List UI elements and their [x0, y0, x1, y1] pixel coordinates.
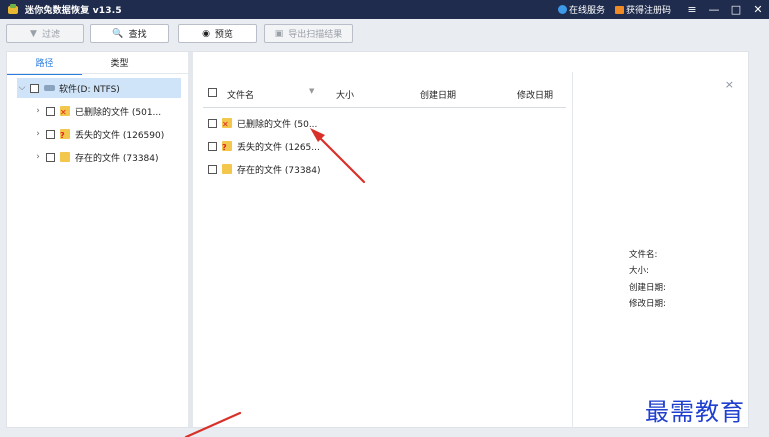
tree-item-existing[interactable]: › 存在的文件 (73384) [33, 147, 159, 167]
online-service-link[interactable]: 在线服务 [557, 3, 605, 16]
tree-item-lost[interactable]: › ? 丢失的文件 (126590) [33, 124, 164, 144]
tab-divider [7, 73, 188, 74]
chevron-right-icon[interactable]: › [33, 106, 43, 116]
close-icon[interactable]: × [725, 78, 734, 91]
checkbox[interactable] [46, 129, 55, 139]
get-code-label: 获得注册码 [625, 6, 671, 16]
tree-item-deleted[interactable]: › ✕ 已删除的文件 (501... [33, 101, 161, 121]
detail-created: 创建日期: [629, 283, 666, 293]
find-label: 查找 [128, 30, 147, 40]
column-header-size[interactable]: 大小 [336, 88, 354, 101]
list-item-label: 存在的文件 (73384) [237, 165, 321, 176]
tree-item-label: 丢失的文件 (126590) [75, 130, 165, 141]
deleted-folder-icon: ✕ [222, 118, 232, 129]
checkbox[interactable] [30, 83, 39, 93]
detail-modified: 修改日期: [629, 299, 666, 309]
checkbox[interactable] [208, 118, 217, 128]
minimize-button[interactable]: — [703, 0, 725, 19]
chevron-down-icon[interactable]: ⌵ [17, 83, 27, 93]
get-registration-code-link[interactable]: 获得注册码 [614, 3, 671, 16]
main-panel: 路径 类型 ⌵ 软件(D: NTFS) › ✕ 已删除的文件 (501... ›… [6, 51, 749, 428]
left-panel: 路径 类型 ⌵ 软件(D: NTFS) › ✕ 已删除的文件 (501... ›… [7, 52, 188, 427]
checkbox[interactable] [208, 141, 217, 151]
online-service-label: 在线服务 [568, 6, 605, 16]
lost-folder-icon: ? [222, 141, 232, 152]
cart-icon [614, 5, 624, 14]
column-header-created[interactable]: 创建日期 [420, 88, 456, 101]
menu-button[interactable]: ≡ [681, 0, 703, 19]
watermark: 最需教育 [645, 398, 745, 426]
column-header-name[interactable]: 文件名 [227, 88, 254, 101]
drive-icon [44, 85, 55, 91]
app-title: 迷你兔数据恢复 v13.5 [25, 6, 122, 16]
eye-icon: ◉ [202, 28, 210, 39]
file-list-header: 文件名 ▼ 大小 创建日期 修改日期 [203, 78, 566, 108]
chevron-right-icon[interactable]: › [33, 152, 43, 162]
filter-icon: ▼ [30, 28, 37, 39]
column-header-modified[interactable]: 修改日期 [517, 88, 553, 101]
detail-size: 大小: [629, 266, 649, 276]
tree-item-label: 已删除的文件 (501... [75, 107, 162, 118]
list-item-label: 已删除的文件 (50... [237, 119, 318, 130]
export-icon: ▣ [274, 28, 284, 39]
lost-folder-icon: ? [60, 129, 70, 140]
tree-root-label: 软件(D: NTFS) [59, 84, 120, 95]
sort-caret-icon[interactable]: ▼ [309, 87, 314, 95]
list-item-label: 丢失的文件 (1265... [237, 142, 320, 153]
search-icon: 🔍 [112, 28, 124, 39]
folder-icon [222, 164, 232, 174]
tree-root-drive[interactable]: ⌵ 软件(D: NTFS) [17, 78, 181, 98]
chevron-right-icon[interactable]: › [33, 129, 43, 139]
toolbar: ▼ 过滤 🔍 查找 ◉ 预览 ▣ 导出扫描结果 [0, 19, 769, 49]
export-label: 导出扫描结果 [288, 30, 343, 40]
file-list-panel: 文件名 ▼ 大小 创建日期 修改日期 ✕ 已删除的文件 (50... ? 丢失的… [193, 52, 572, 427]
checkbox[interactable] [46, 106, 55, 116]
select-all-checkbox[interactable] [208, 88, 217, 97]
close-button[interactable]: ✕ [747, 0, 769, 19]
checkbox[interactable] [208, 164, 217, 174]
detail-file-name: 文件名: [629, 250, 658, 260]
title-bar: 迷你兔数据恢复 v13.5 在线服务 获得注册码 ≡ — □ ✕ [0, 0, 769, 19]
online-service-icon [557, 5, 567, 14]
preview-label: 预览 [214, 30, 233, 40]
export-results-button[interactable]: ▣ 导出扫描结果 [264, 24, 353, 43]
list-item[interactable]: 存在的文件 (73384) [208, 160, 321, 178]
list-item[interactable]: ? 丢失的文件 (1265... [208, 137, 320, 155]
filter-button[interactable]: ▼ 过滤 [6, 24, 84, 43]
maximize-button[interactable]: □ [725, 0, 747, 19]
folder-icon [60, 152, 70, 162]
deleted-folder-icon: ✕ [60, 106, 70, 117]
tree-item-label: 存在的文件 (73384) [75, 153, 159, 164]
preview-detail-panel: × 文件名: 大小: 创建日期: 修改日期: [573, 52, 748, 427]
find-button[interactable]: 🔍 查找 [90, 24, 169, 43]
filter-label: 过滤 [41, 30, 60, 40]
list-item[interactable]: ✕ 已删除的文件 (50... [208, 114, 317, 132]
preview-button[interactable]: ◉ 预览 [178, 24, 257, 43]
checkbox[interactable] [46, 152, 55, 162]
app-logo-icon [7, 3, 19, 16]
